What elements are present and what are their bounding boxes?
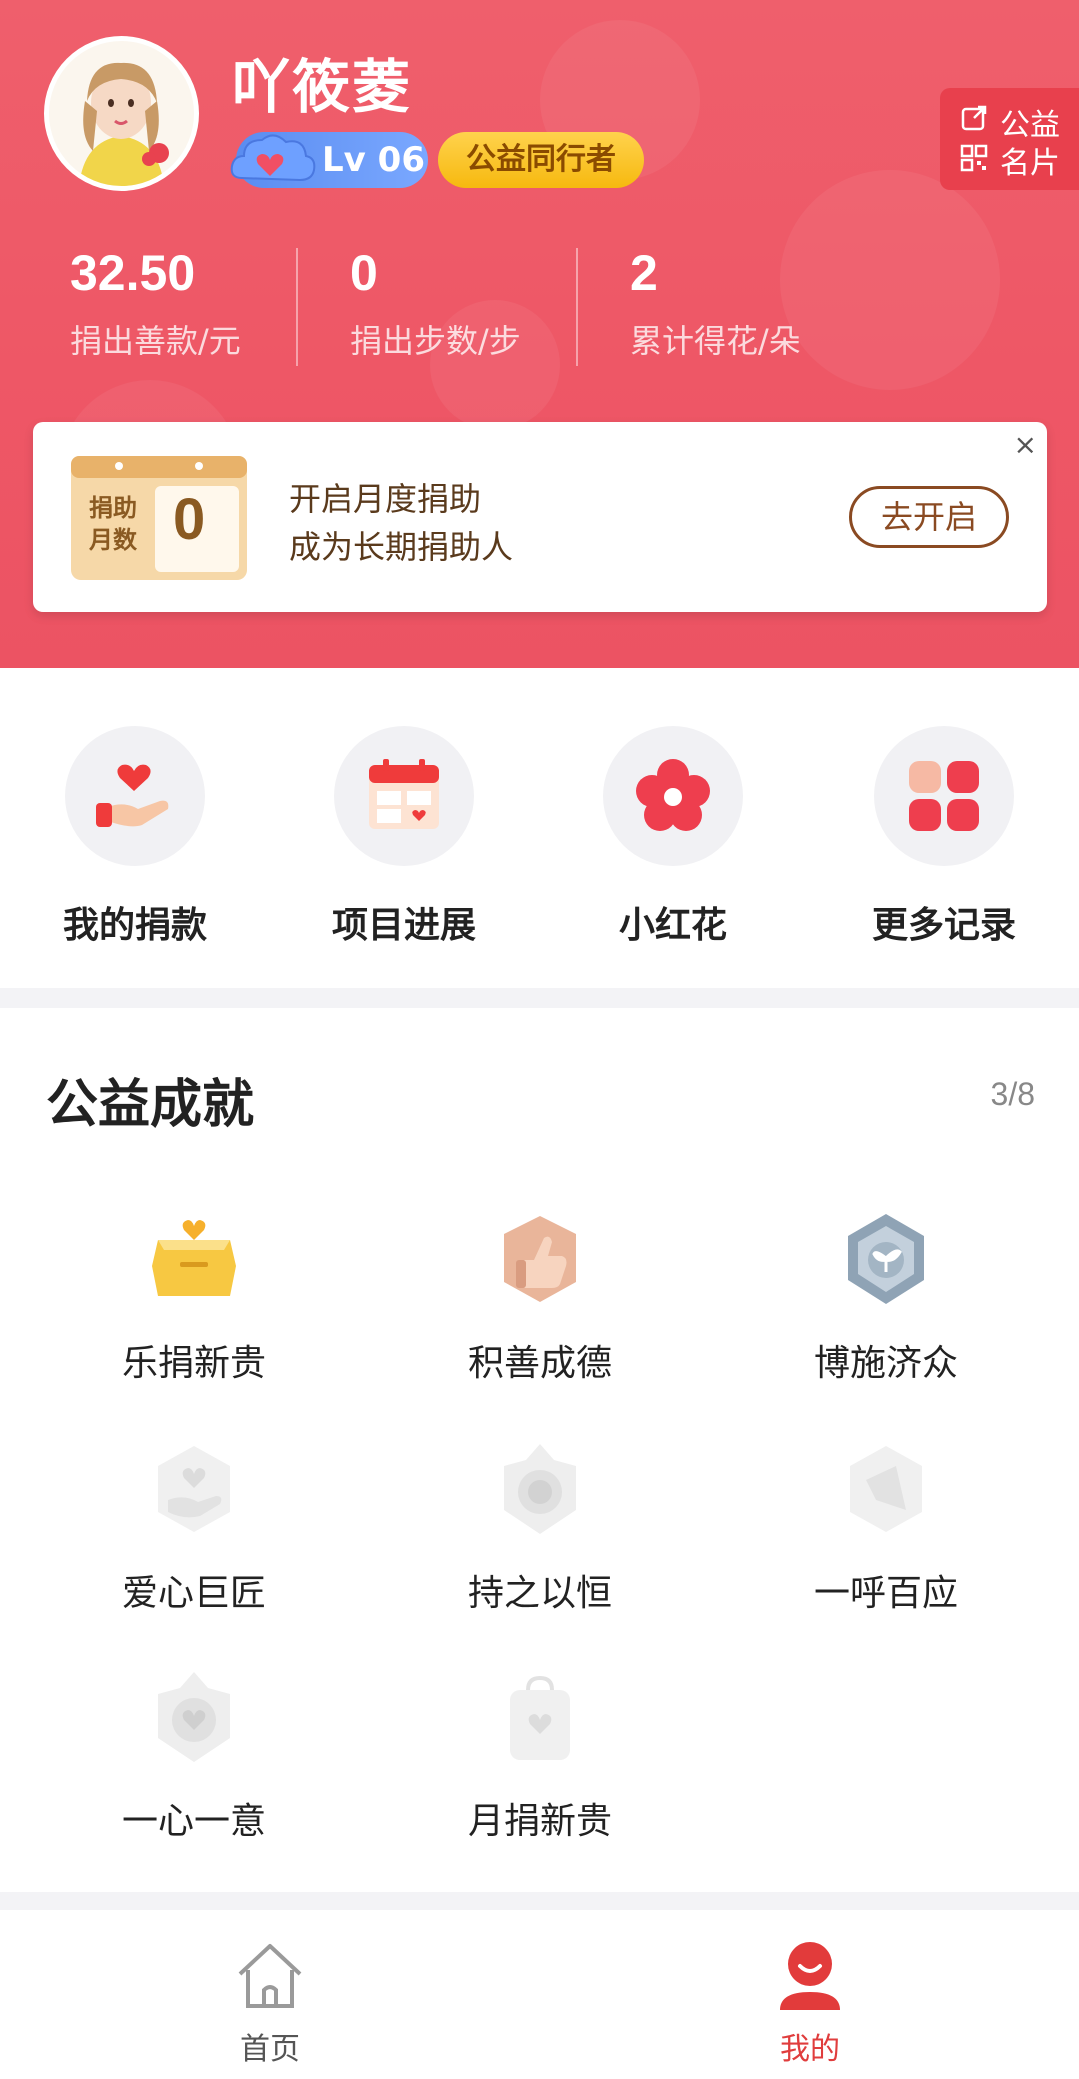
banner-line1: 开启月度捐助 [289, 480, 482, 518]
red-flower-icon [636, 759, 710, 831]
achievement-item[interactable]: 一呼百应 [756, 1440, 1016, 1616]
profile-header: 吖筱菱 Lv 06 公益同行者 公益 名片 32.50 捐出善款/元 0 捐出步… [0, 0, 1079, 668]
stat-donated-steps[interactable]: 0 捐出步数/步 [350, 244, 521, 362]
achievement-label: 月捐新贵 [467, 1801, 612, 1842]
bottom-tab-bar: 首页 我的 [0, 1910, 1079, 2079]
stat-label: 捐出步数/步 [350, 322, 521, 360]
achievement-label: 博施济众 [813, 1343, 958, 1384]
achievement-item[interactable]: 月捐新贵 [410, 1668, 670, 1844]
quick-entries: 我的捐款 项目进展 小红花 更多记录 [0, 668, 1079, 988]
donate-hand-heart-icon [96, 764, 169, 827]
silver-sprout-icon [848, 1214, 924, 1304]
level-badge[interactable]: Lv 06 [230, 132, 428, 188]
achievement-item[interactable]: 爱心巨匠 [64, 1440, 324, 1616]
calendar-icon [369, 759, 439, 829]
entry-label: 更多记录 [871, 905, 1016, 946]
achievements-title: 公益成就 [46, 1075, 255, 1135]
achievement-item[interactable]: 一心一意 [64, 1668, 324, 1844]
stat-value: 0 [350, 245, 378, 301]
achievement-label: 一心一意 [121, 1801, 266, 1842]
achievement-item[interactable]: 乐捐新贵 [64, 1210, 324, 1386]
tab-label: 我的 [780, 2032, 840, 2067]
share-icon [961, 105, 987, 131]
tab-home[interactable]: 首页 [190, 1938, 350, 2068]
achievements-count[interactable]: 3/8 [991, 1076, 1035, 1113]
stat-divider [576, 248, 578, 366]
username: 吖筱菱 [232, 53, 413, 121]
achievement-label: 持之以恒 [467, 1573, 612, 1614]
card-button-label-line2: 名片 [1000, 146, 1060, 181]
monthly-donation-banner[interactable]: × 捐助 月数 0 开启月度捐助 成为长期捐助人 去开启 [33, 422, 1047, 612]
calendar-value: 0 [173, 487, 206, 552]
heart-bag-icon [510, 1675, 570, 1760]
calendar-label-line2: 月数 [89, 526, 137, 554]
stat-divider [296, 248, 298, 366]
achievement-label: 爱心巨匠 [121, 1573, 266, 1614]
tab-me[interactable]: 我的 [730, 1938, 890, 2068]
profile-icon [780, 1942, 840, 2010]
achievement-item[interactable]: 积善成德 [410, 1210, 670, 1386]
banner-line2: 成为长期捐助人 [289, 528, 514, 566]
heart-hand-icon [158, 1446, 230, 1532]
cloud-heart-icon [230, 134, 316, 182]
gold-box-heart-icon [152, 1220, 236, 1296]
heart-star-icon [158, 1672, 230, 1762]
my-donations-entry[interactable]: 我的捐款 [35, 726, 235, 948]
home-icon [238, 1944, 302, 2008]
stat-label: 累计得花/朵 [630, 322, 801, 360]
more-records-entry[interactable]: 更多记录 [844, 726, 1044, 948]
achievement-label: 一呼百应 [813, 1573, 958, 1614]
grid-icon [909, 761, 979, 831]
calendar-label: 捐助 月数 [83, 492, 143, 556]
entry-label: 项目进展 [331, 905, 476, 946]
level-text: Lv 06 [322, 140, 425, 180]
thumbs-up-icon [504, 1216, 576, 1302]
achievement-label: 乐捐新贵 [121, 1343, 266, 1384]
stat-flowers[interactable]: 2 累计得花/朵 [630, 244, 801, 362]
megaphone-icon [850, 1446, 922, 1532]
entry-label: 小红花 [618, 905, 727, 946]
avatar[interactable] [44, 36, 199, 191]
entry-label: 我的捐款 [62, 905, 207, 946]
stat-label: 捐出善款/元 [70, 322, 241, 360]
red-flower-entry[interactable]: 小红花 [573, 726, 773, 948]
enable-monthly-button[interactable]: 去开启 [849, 486, 1009, 548]
charity-card-button[interactable]: 公益 名片 [940, 88, 1079, 190]
title-badge[interactable]: 公益同行者 [438, 132, 644, 188]
section-divider [0, 1892, 1079, 1910]
star-emblem-icon [504, 1444, 576, 1534]
section-divider [0, 988, 1079, 1008]
stat-value: 2 [630, 245, 658, 301]
calendar-label-line1: 捐助 [89, 494, 137, 522]
stat-donated-amount[interactable]: 32.50 捐出善款/元 [70, 244, 241, 362]
stat-value: 32.50 [70, 245, 196, 301]
achievement-item[interactable]: 博施济众 [756, 1210, 1016, 1386]
project-progress-entry[interactable]: 项目进展 [304, 726, 504, 948]
achievement-item[interactable]: 持之以恒 [410, 1440, 670, 1616]
close-icon[interactable]: × [1014, 428, 1037, 461]
tab-label: 首页 [240, 2032, 300, 2067]
achievement-label: 积善成德 [467, 1343, 612, 1384]
qr-code-icon [960, 144, 988, 172]
